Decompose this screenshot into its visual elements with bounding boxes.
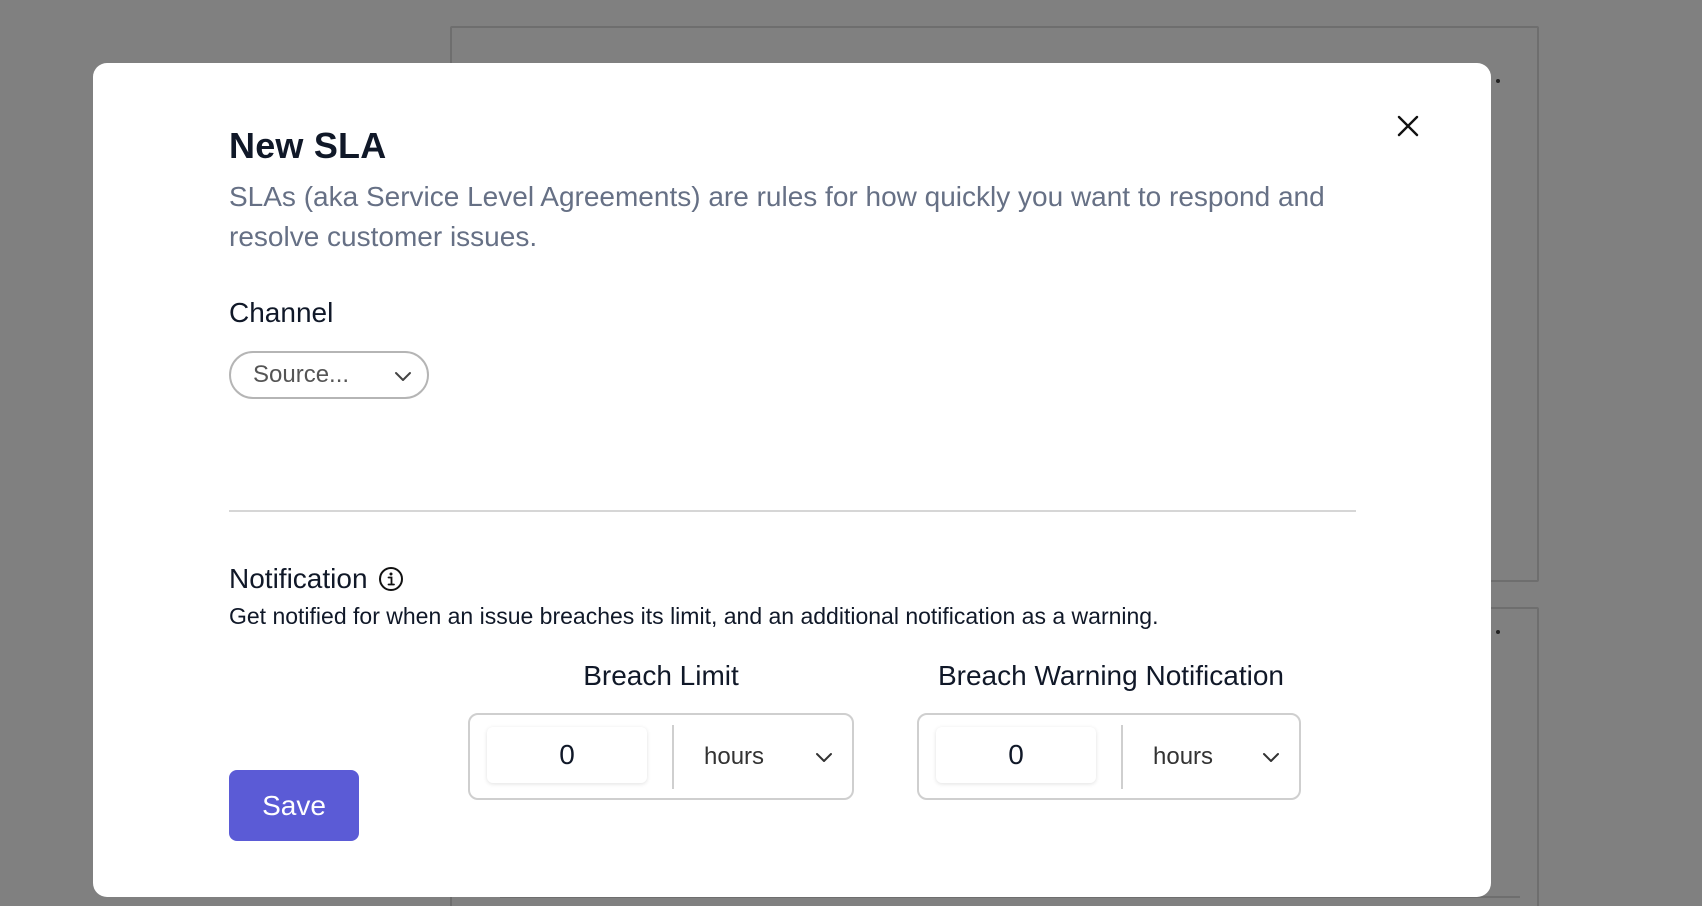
field-separator bbox=[1121, 725, 1123, 789]
field-separator bbox=[672, 725, 674, 789]
channel-label: Channel bbox=[229, 297, 334, 328]
modal-title: New SLA bbox=[229, 125, 387, 166]
save-button[interactable]: Save bbox=[229, 770, 359, 841]
chevron-down-icon bbox=[395, 372, 411, 381]
section-divider bbox=[229, 510, 1356, 512]
background-divider bbox=[500, 896, 1520, 906]
notification-description: Get notified for when an issue breaches … bbox=[229, 603, 1159, 629]
chevron-down-icon bbox=[816, 753, 832, 762]
close-icon bbox=[1397, 115, 1419, 137]
breach-warning-input[interactable]: 0 bbox=[936, 727, 1096, 783]
background-dot bbox=[1496, 79, 1500, 83]
close-button[interactable] bbox=[1393, 111, 1423, 141]
breach-limit-title: Breach Limit bbox=[583, 660, 739, 691]
breach-limit-unit-value: hours bbox=[704, 742, 765, 770]
channel-source-select[interactable]: Source... bbox=[229, 351, 429, 399]
new-sla-modal: New SLA SLAs (aka Service Level Agreemen… bbox=[93, 63, 1491, 897]
breach-limit-field: 0 hours bbox=[468, 713, 854, 800]
breach-warning-title: Breach Warning Notification bbox=[937, 660, 1284, 691]
chevron-down-icon bbox=[1263, 753, 1279, 762]
breach-limit-unit-select[interactable]: hours bbox=[676, 715, 852, 798]
info-icon[interactable] bbox=[378, 566, 404, 592]
modal-subtitle: SLAs (aka Service Level Agreements) are … bbox=[229, 181, 1325, 252]
background-dot bbox=[1496, 630, 1500, 634]
breach-warning-unit-select[interactable]: hours bbox=[1125, 715, 1299, 798]
breach-warning-unit-value: hours bbox=[1153, 742, 1214, 770]
notification-label: Notification bbox=[229, 563, 368, 594]
breach-limit-input[interactable]: 0 bbox=[487, 727, 647, 783]
breach-warning-field: 0 hours bbox=[917, 713, 1301, 800]
channel-select-value: Source... bbox=[253, 361, 350, 388]
notification-heading: Notification bbox=[229, 563, 404, 595]
